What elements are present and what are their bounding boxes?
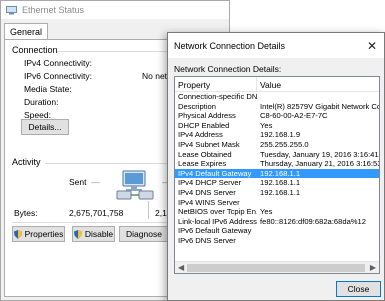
diagnose-button[interactable]: Diagnose: [119, 226, 169, 242]
row-property: Description: [178, 101, 216, 111]
tab-general[interactable]: General: [4, 23, 49, 40]
details-list-row[interactable]: NetBIOS over Tcpip En... Yes: [175, 207, 379, 217]
row-value: 192.168.1.1: [260, 187, 301, 197]
details-list-row[interactable]: Link-local IPv6 Address fe80::8126:df09:6…: [175, 217, 379, 227]
details-list-row[interactable]: IPv4 DHCP Server 192.168.1.1: [175, 178, 379, 188]
row-value: Thursday, January 21, 2016 3:16:53 AM: [260, 159, 379, 169]
tab-bar: General: [4, 23, 49, 40]
row-property: DHCP Enabled: [178, 120, 230, 130]
row-value: [257, 92, 379, 102]
column-header-value[interactable]: Value: [257, 77, 379, 91]
sent-indicator: Sent —: [69, 177, 100, 187]
details-list-row[interactable]: Lease Expires Thursday, January 21, 2016 …: [175, 159, 379, 169]
details-list-row[interactable]: Physical Address C8-60-00-A2-E7-7C: [175, 111, 379, 121]
scroll-right-icon[interactable]: ▶: [370, 263, 376, 272]
details-titlebar: Network Connection Details ✕: [168, 33, 384, 58]
details-list-rows: Connection-specific DN... Description Inte…: [175, 92, 379, 246]
details-list-row[interactable]: DHCP Enabled Yes: [175, 121, 379, 131]
details-list-row[interactable]: Connection-specific DN...: [175, 92, 379, 102]
ipv4-connectivity-label: IPv4 Connectivity:: [24, 58, 93, 68]
row-property: Physical Address: [178, 111, 236, 121]
row-property: IPv4 DHCP Server: [178, 178, 242, 188]
sent-label: Sent: [69, 177, 87, 187]
ipv6-connectivity-label: IPv6 Connectivity:: [24, 71, 93, 81]
row-property: Connection-specific DN...: [178, 92, 257, 101]
column-header-property[interactable]: Property: [175, 77, 257, 91]
details-list-row[interactable]: IPv4 WINS Server: [175, 198, 379, 208]
row-value: fe80::8126:df09:682a:68da%12: [260, 216, 366, 226]
row-property: IPv4 Address: [178, 130, 223, 140]
properties-button[interactable]: Properties: [12, 226, 65, 242]
network-activity-icon: [116, 170, 154, 200]
horizontal-scrollbar[interactable]: ◀ ▶: [175, 261, 379, 273]
disable-label: Disable: [84, 229, 114, 239]
close-button[interactable]: Close: [336, 281, 381, 297]
row-value: [257, 226, 379, 236]
connection-section-label: Connection: [12, 45, 58, 55]
row-value: 255.255.255.0: [260, 139, 309, 149]
details-title: Network Connection Details: [174, 40, 286, 51]
scrollbar-thumb[interactable]: [187, 264, 365, 272]
row-property: Lease Obtained: [178, 149, 232, 159]
activity-section-label: Activity: [12, 157, 41, 167]
bytes-sent-value: 2,675,701,758: [69, 208, 124, 218]
details-list-row[interactable]: IPv4 Subnet Mask 255.255.255.0: [175, 140, 379, 150]
details-list-row[interactable]: IPv6 DNS Server: [175, 236, 379, 246]
details-caption: Network Connection Details:: [174, 64, 282, 74]
row-property: IPv4 DNS Server: [178, 187, 236, 197]
row-property: IPv4 WINS Server: [178, 197, 240, 207]
row-value: Tuesday, January 19, 2016 3:16:41 PM: [260, 149, 379, 159]
duration-label: Duration:: [24, 97, 59, 107]
row-value: C8-60-00-A2-E7-7C: [260, 111, 328, 121]
media-state-label: Media State:: [24, 84, 72, 94]
details-button[interactable]: Details...: [21, 119, 69, 135]
row-property: Lease Expires: [178, 159, 227, 169]
uac-shield-icon: [73, 229, 82, 239]
network-adapter-icon: [6, 5, 17, 14]
row-value: 192.168.1.9: [260, 130, 301, 140]
details-list-row[interactable]: IPv6 Default Gateway: [175, 226, 379, 236]
row-value: [257, 198, 379, 208]
details-list-row[interactable]: IPv4 Address 192.168.1.9: [175, 130, 379, 140]
row-value: Yes: [260, 120, 273, 130]
row-value: Yes: [260, 207, 273, 217]
row-property: Link-local IPv6 Address: [178, 216, 257, 226]
row-value: [257, 236, 379, 246]
row-value: 192.168.1.1: [260, 168, 301, 178]
close-icon[interactable]: ✕: [367, 40, 377, 52]
disable-button[interactable]: Disable: [72, 226, 115, 242]
row-property: IPv4 Subnet Mask: [178, 139, 240, 149]
row-value: 192.168.1.1: [260, 178, 301, 188]
bytes-label: Bytes:: [14, 208, 38, 218]
row-property: IPv6 DNS Server: [178, 235, 236, 245]
ethernet-status-title: Ethernet Status: [22, 5, 85, 15]
properties-label: Properties: [24, 229, 64, 239]
row-property: NetBIOS over Tcpip En...: [178, 207, 257, 217]
row-property: IPv6 Default Gateway: [178, 226, 252, 236]
details-list-row[interactable]: IPv4 Default Gateway 192.168.1.1: [175, 168, 379, 179]
network-connection-details-dialog: Network Connection Details ✕ Network Con…: [167, 32, 385, 301]
row-value: Intel(R) 82579V Gigabit Network Connect: [260, 101, 379, 111]
details-list-row[interactable]: Lease Obtained Tuesday, January 19, 2016 …: [175, 150, 379, 160]
details-list-header: Property Value: [175, 77, 379, 92]
details-list[interactable]: Property Value Connection-specific DN...…: [174, 76, 380, 274]
details-list-row[interactable]: Description Intel(R) 82579V Gigabit Netwo…: [175, 102, 379, 112]
details-list-row[interactable]: IPv4 DNS Server 192.168.1.1: [175, 188, 379, 198]
scroll-left-icon[interactable]: ◀: [178, 263, 184, 272]
bytes-separator: [148, 201, 149, 219]
ethernet-status-titlebar: Ethernet Status: [1, 1, 229, 19]
uac-shield-icon: [13, 229, 22, 239]
row-property: IPv4 Default Gateway: [178, 168, 252, 178]
